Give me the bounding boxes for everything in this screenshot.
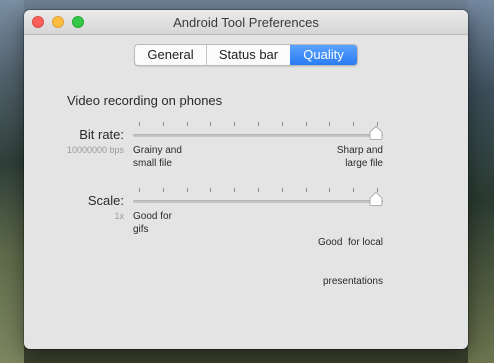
bitrate-slider-tick bbox=[282, 122, 283, 126]
scale-slider-tick bbox=[234, 188, 235, 192]
bitrate-label: Bit rate: bbox=[79, 127, 124, 142]
section-title: Video recording on phones bbox=[67, 93, 223, 108]
bitrate-slider-tick bbox=[210, 122, 211, 126]
scale-min-note-line2: gifs bbox=[133, 224, 149, 235]
scale-slider-track[interactable] bbox=[133, 200, 383, 203]
title-bar: Android Tool Preferences bbox=[24, 10, 468, 35]
bitrate-min-note-line2: small file bbox=[133, 158, 172, 169]
scale-value: 1x bbox=[114, 211, 124, 221]
tab-quality[interactable]: Quality bbox=[290, 45, 357, 65]
preferences-tab-bar: General Status bar Quality bbox=[134, 44, 358, 66]
bitrate-slider-track[interactable] bbox=[133, 134, 383, 137]
scale-slider-tick bbox=[258, 188, 259, 192]
bitrate-slider-tick bbox=[329, 122, 330, 126]
scale-slider-tick bbox=[210, 188, 211, 192]
preferences-window: Android Tool Preferences General Status … bbox=[24, 10, 468, 349]
bitrate-slider-tick bbox=[353, 122, 354, 126]
tab-status-bar[interactable]: Status bar bbox=[206, 45, 290, 65]
scale-max-note: Good for local presentations bbox=[293, 210, 383, 314]
bitrate-min-note-line1: Grainy and bbox=[133, 145, 182, 156]
bitrate-slider-thumb[interactable] bbox=[369, 126, 383, 140]
scale-slider-thumb[interactable] bbox=[369, 192, 383, 206]
bitrate-slider-tick bbox=[306, 122, 307, 126]
bitrate-slider-tick bbox=[187, 122, 188, 126]
desktop-background-right bbox=[468, 0, 494, 363]
scale-slider-tick bbox=[187, 188, 188, 192]
scale-slider-tick bbox=[282, 188, 283, 192]
scale-slider-tick bbox=[353, 188, 354, 192]
scale-min-note: Good for gifs bbox=[133, 210, 172, 236]
scale-slider-tick bbox=[306, 188, 307, 192]
bitrate-slider-tick bbox=[163, 122, 164, 126]
scale-slider-tick bbox=[329, 188, 330, 192]
bitrate-max-note: Sharp and large file bbox=[313, 144, 383, 170]
scale-max-note-line2: presentations bbox=[322, 276, 383, 287]
window-title: Android Tool Preferences bbox=[173, 15, 319, 30]
bitrate-slider-tick bbox=[258, 122, 259, 126]
bitrate-min-note: Grainy and small file bbox=[133, 144, 182, 170]
scale-min-note-line1: Good for bbox=[133, 211, 172, 222]
tab-general[interactable]: General bbox=[135, 45, 206, 65]
bitrate-value: 10000000 bps bbox=[66, 145, 124, 155]
bitrate-slider-tick bbox=[139, 122, 140, 126]
scale-label: Scale: bbox=[87, 193, 124, 208]
scale-slider-tick bbox=[163, 188, 164, 192]
scale-slider-tick bbox=[139, 188, 140, 192]
bitrate-slider-tick bbox=[234, 122, 235, 126]
scale-max-note-line1: Good for local bbox=[317, 237, 383, 248]
desktop-background-left bbox=[0, 0, 24, 363]
bitrate-max-note-line1: Sharp and bbox=[336, 145, 383, 156]
bitrate-max-note-line2: large file bbox=[345, 158, 383, 169]
